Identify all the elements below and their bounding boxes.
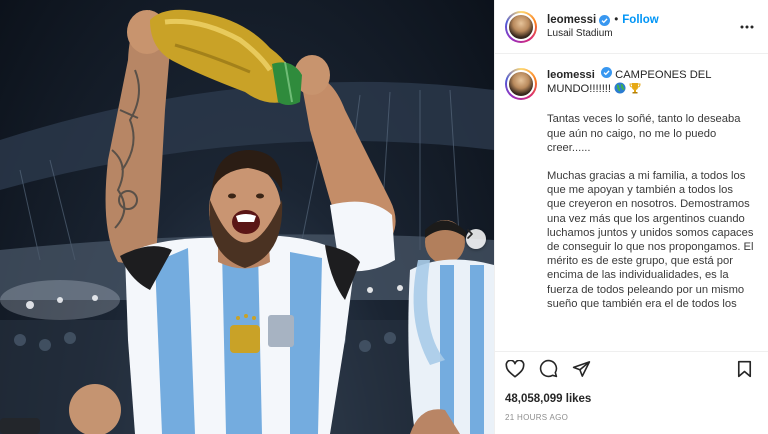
more-options-icon bbox=[740, 25, 754, 28]
next-photo-button[interactable] bbox=[466, 229, 486, 249]
instagram-post: leomessi • Follow Lusail Stadium leomess… bbox=[0, 0, 768, 434]
separator-dot: • bbox=[614, 14, 619, 26]
share-icon bbox=[572, 360, 591, 377]
trophy-icon bbox=[629, 82, 641, 98]
caption-paragraph-2: Muchas gracias a mi familia, a todos los… bbox=[547, 170, 757, 310]
bookmark-icon bbox=[737, 360, 752, 377]
more-options-button[interactable] bbox=[734, 25, 754, 29]
share-button[interactable] bbox=[572, 360, 591, 378]
post-photo[interactable] bbox=[0, 0, 494, 434]
follow-button[interactable]: Follow bbox=[622, 14, 658, 26]
caption-area: leomessi CAMPEONES DEL MUNDO!!!!!!! Tant… bbox=[495, 54, 768, 351]
like-button[interactable] bbox=[505, 359, 525, 378]
caption: leomessi CAMPEONES DEL MUNDO!!!!!!! Tant… bbox=[547, 67, 754, 351]
username-link[interactable]: leomessi bbox=[547, 14, 596, 26]
caption-first-line: leomessi CAMPEONES DEL MUNDO!!!!!!! bbox=[547, 67, 711, 98]
caption-paragraph-1: Tantas veces lo soñé, tanto lo deseaba q… bbox=[547, 113, 744, 154]
comment-icon bbox=[539, 359, 558, 378]
post-header: leomessi • Follow Lusail Stadium bbox=[495, 0, 768, 54]
comment-button[interactable] bbox=[539, 359, 558, 378]
avatar[interactable] bbox=[505, 10, 537, 43]
post-side-panel: leomessi • Follow Lusail Stadium leomess… bbox=[494, 0, 768, 434]
caption-username-link[interactable]: leomessi bbox=[547, 69, 595, 81]
globe-icon bbox=[614, 82, 626, 98]
verified-badge-icon bbox=[601, 67, 612, 78]
caption-avatar[interactable] bbox=[505, 68, 537, 100]
action-bar bbox=[495, 351, 768, 385]
post-timestamp[interactable]: 21 HOURS AGO bbox=[495, 405, 768, 434]
header-text: leomessi • Follow Lusail Stadium bbox=[547, 14, 734, 39]
photo-illustration bbox=[0, 9, 494, 434]
save-button[interactable] bbox=[737, 360, 752, 378]
likes-count[interactable]: 48,058,099 likes bbox=[495, 385, 768, 405]
header-row: leomessi • Follow bbox=[547, 14, 734, 26]
heart-icon bbox=[505, 359, 525, 378]
verified-badge-icon bbox=[599, 14, 611, 26]
chevron-right-icon bbox=[467, 229, 473, 239]
location-link[interactable]: Lusail Stadium bbox=[547, 28, 734, 39]
